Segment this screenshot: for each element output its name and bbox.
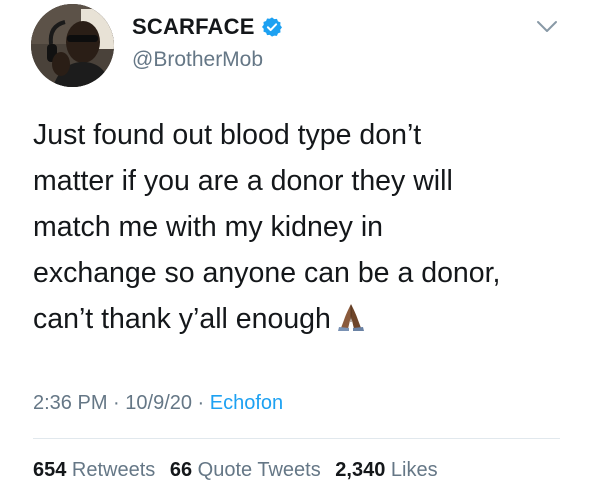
- tweet-text: Just found out blood type don’t matter i…: [33, 112, 573, 342]
- avatar[interactable]: [31, 4, 114, 87]
- tweet-line: matter if you are a donor they will: [33, 165, 453, 197]
- tweet-line: Just found out blood type don’t: [33, 119, 422, 151]
- display-name[interactable]: SCARFACE: [132, 14, 255, 40]
- divider: [33, 438, 560, 439]
- meta-separator: ·: [107, 392, 126, 414]
- tweet-time[interactable]: 2:36 PM: [33, 392, 107, 414]
- tweet-date[interactable]: 10/9/20: [125, 392, 192, 414]
- chevron-down-icon[interactable]: [536, 20, 558, 34]
- tweet-line-last: can’t thank y’all enough: [33, 296, 573, 342]
- meta-separator: ·: [192, 392, 210, 414]
- quote-tweets-label: Quote Tweets: [192, 459, 321, 481]
- name-row: SCARFACE: [132, 12, 283, 42]
- likes-label: Likes: [385, 459, 438, 481]
- retweets-label: Retweets: [66, 459, 156, 481]
- likes-stat[interactable]: 2,340 Likes: [335, 459, 437, 481]
- folded-hands-icon: [335, 300, 367, 331]
- tweet-source-link[interactable]: Echofon: [210, 392, 283, 414]
- tweet-stats: 654 Retweets 66 Quote Tweets 2,340 Likes: [33, 459, 447, 482]
- user-handle[interactable]: @BrotherMob: [132, 48, 283, 72]
- tweet-meta: 2:36 PM · 10/9/20 · Echofon: [33, 392, 283, 415]
- tweet-line: exchange so anyone can be a donor,: [33, 257, 501, 289]
- tweet-line: can’t thank y’all enough: [33, 303, 331, 335]
- retweets-stat[interactable]: 654 Retweets: [33, 459, 155, 481]
- retweets-count: 654: [33, 459, 67, 481]
- avatar-photo: [31, 4, 114, 87]
- tweet-card: SCARFACE @BrotherMob Just found out bloo…: [0, 0, 595, 502]
- verified-badge-icon: [261, 16, 283, 38]
- tweet-line: match me with my kidney in: [33, 211, 384, 243]
- quote-tweets-stat[interactable]: 66 Quote Tweets: [170, 459, 321, 481]
- quote-tweets-count: 66: [169, 459, 193, 481]
- likes-count: 2,340: [335, 459, 386, 481]
- tweet-header: SCARFACE @BrotherMob: [132, 12, 283, 72]
